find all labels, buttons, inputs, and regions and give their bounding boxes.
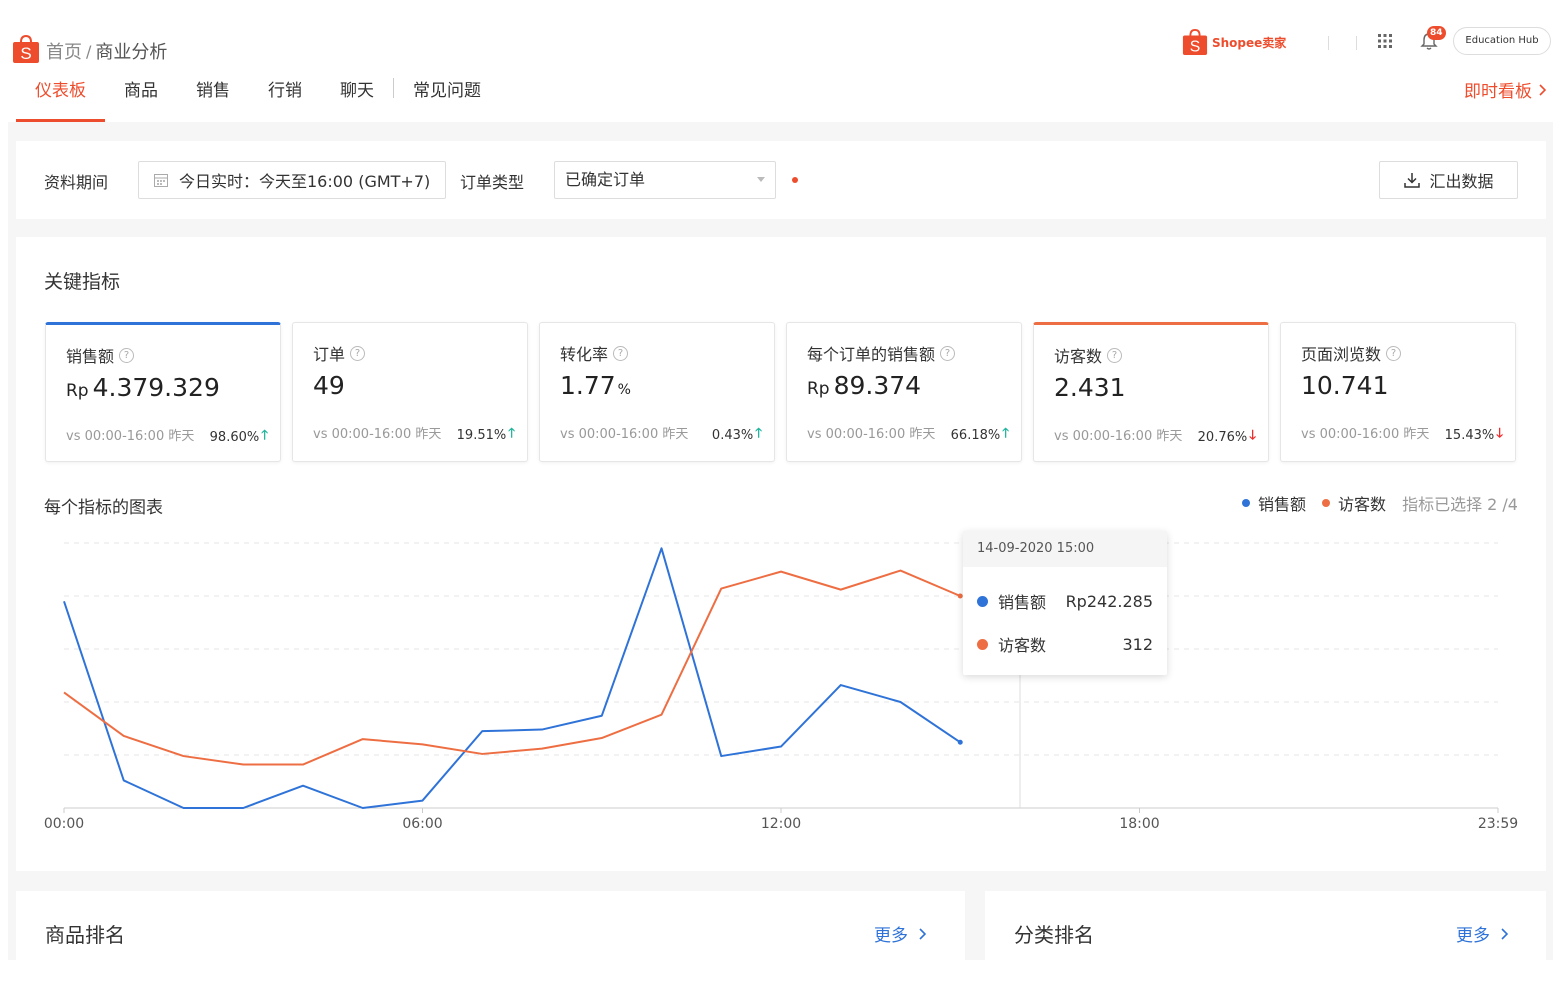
x-tick-label: 23:59 (1478, 816, 1518, 832)
status-dot (792, 177, 798, 183)
series-end-point (957, 739, 963, 745)
tooltip-dot (977, 638, 988, 650)
svg-text:S: S (1190, 38, 1201, 55)
chevron-right-icon (919, 927, 926, 940)
tooltip-row-label: 访客数 (998, 636, 1047, 655)
category-ranking-more-link[interactable]: 更多 (1456, 921, 1508, 946)
shopee-bag-icon: S (1182, 28, 1208, 55)
realtime-link-label: 即时看板 (1464, 82, 1532, 102)
tooltip-row-value: 312 (1122, 634, 1153, 654)
calendar-icon (154, 174, 168, 187)
tab-marketing[interactable]: 行销 (249, 70, 321, 122)
key-metrics-panel: 关键指标 销售额? Rp 4.379.329 vs 00:00-16:00 昨天 … (16, 237, 1546, 871)
tab-chat[interactable]: 聊天 (321, 70, 393, 122)
export-data-button[interactable]: 汇出数据 (1379, 161, 1518, 199)
breadcrumb-current: 商业分析 (95, 42, 168, 63)
breadcrumb-home[interactable]: 首页 (46, 38, 82, 64)
tooltip-time: 14-09-2020 15:00 (963, 531, 1167, 567)
shopee-logo-icon[interactable]: S (12, 34, 40, 64)
education-hub-button[interactable]: Education Hub (1453, 27, 1551, 55)
export-label: 汇出数据 (1429, 172, 1494, 191)
top-bar: S 首页 / 商业分析 仪表板 商品 销售 行销 聊天 常见问题 S Shope… (0, 0, 1560, 122)
breadcrumb-separator: / (86, 41, 92, 61)
date-range-value: 今日实时：今天至16:00 (GMT+7) (179, 172, 431, 191)
order-type-value: 已确定订单 (565, 170, 646, 189)
category-ranking-title: 分类排名 (1014, 923, 1094, 947)
product-ranking-more-link[interactable]: 更多 (874, 921, 926, 946)
filter-bar: 资料期间 今日实时：今天至16:00 (GMT+7) 订单类型 已确定订单 汇出… (16, 141, 1546, 219)
line-chart[interactable]: 00:00 06:00 12:00 18:00 23:59 (16, 237, 1546, 871)
page: S 首页 / 商业分析 仪表板 商品 销售 行销 聊天 常见问题 S Shope… (0, 0, 1560, 991)
chevron-right-icon (1501, 927, 1508, 940)
order-type-select[interactable]: 已确定订单 (554, 161, 776, 199)
period-label: 资料期间 (44, 173, 109, 192)
series-end-point (957, 593, 963, 599)
x-tick-label: 06:00 (402, 816, 442, 832)
top-separator (1356, 36, 1357, 50)
notification-badge: 84 (1427, 26, 1446, 40)
x-tick-label: 18:00 (1119, 816, 1159, 832)
bottom-whitespace (0, 960, 1560, 991)
x-tick-label: 00:00 (44, 816, 84, 832)
more-label: 更多 (874, 926, 908, 946)
brand-text: Shopee卖家 (1212, 35, 1287, 50)
realtime-dashboard-link[interactable]: 即时看板 (1464, 77, 1546, 102)
tab-sales[interactable]: 销售 (177, 70, 249, 122)
more-label: 更多 (1456, 926, 1490, 946)
apps-grid-icon[interactable] (1377, 33, 1393, 49)
date-range-picker[interactable]: 今日实时：今天至16:00 (GMT+7) (138, 161, 446, 199)
tooltip-row-label: 销售额 (998, 593, 1047, 612)
tab-faq[interactable]: 常见问题 (394, 70, 500, 122)
order-type-label: 订单类型 (460, 173, 525, 192)
main-nav: 仪表板 商品 销售 行销 聊天 常见问题 (16, 70, 500, 122)
tab-products[interactable]: 商品 (105, 70, 177, 122)
chart-tooltip: 14-09-2020 15:00 销售额 Rp242.285 访客数 312 (963, 531, 1167, 675)
shopee-seller-brand[interactable]: S Shopee卖家 (1182, 28, 1286, 56)
tab-dashboard[interactable]: 仪表板 (16, 70, 105, 122)
download-icon (1404, 173, 1421, 188)
svg-text:S: S (20, 44, 31, 63)
product-ranking-title: 商品排名 (45, 923, 125, 947)
chevron-right-icon (1539, 83, 1546, 96)
tooltip-row-value: Rp242.285 (1065, 591, 1153, 611)
caret-down-icon (757, 177, 765, 182)
tooltip-dot (977, 595, 988, 607)
tooltip-row-visitors: 访客数 312 (977, 632, 1153, 656)
x-tick-label: 12:00 (761, 816, 801, 832)
series-line-visitors (63, 569, 961, 766)
top-separator (1328, 36, 1329, 50)
breadcrumb: 首页 / 商业分析 (46, 38, 167, 64)
series-line-sales (63, 547, 961, 809)
tooltip-row-sales: 销售额 Rp242.285 (977, 589, 1153, 613)
